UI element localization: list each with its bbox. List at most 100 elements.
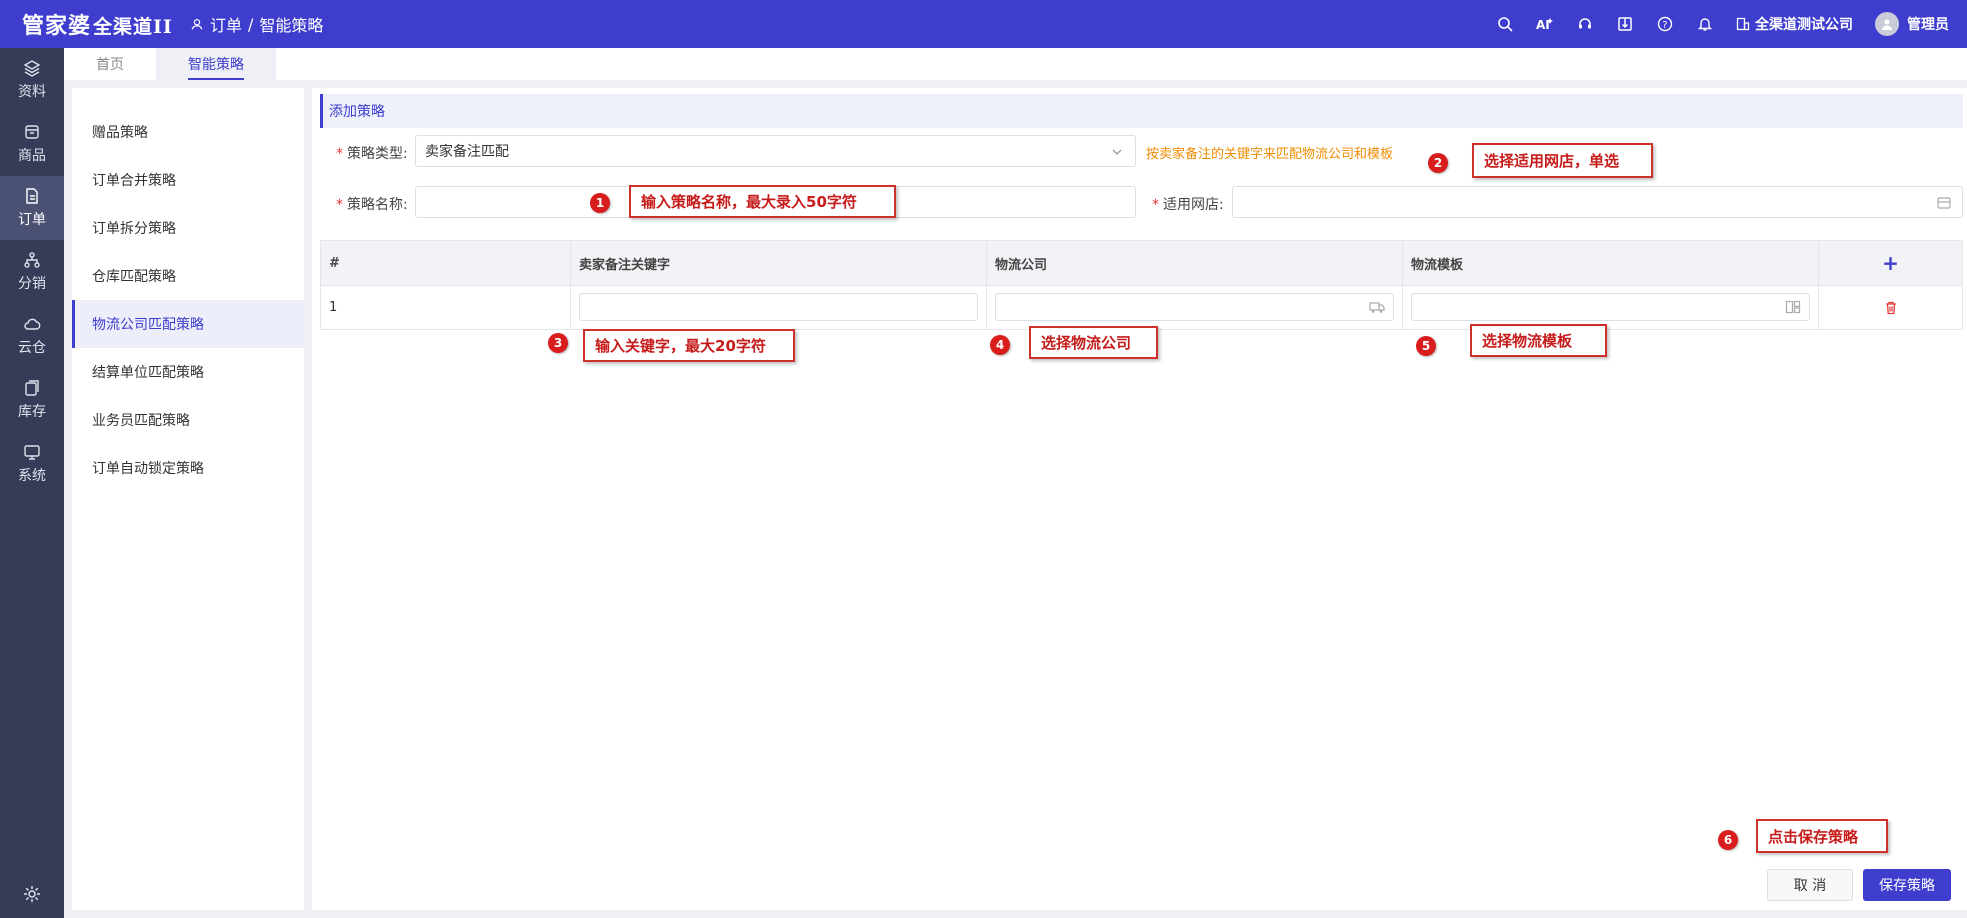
- chevron-down-icon: [1112, 149, 1122, 155]
- logistics-template-select[interactable]: [1411, 293, 1810, 321]
- table-header: # 卖家备注关键字 物流公司 物流模板 +: [321, 241, 1962, 285]
- table-row: 1: [321, 285, 1962, 329]
- nav-label: 订单: [18, 212, 46, 228]
- delete-row-button[interactable]: [1819, 286, 1962, 329]
- monitor-icon: [24, 445, 40, 460]
- nav-item-system[interactable]: 系统: [0, 432, 64, 496]
- nav-label: 云仓: [18, 340, 46, 356]
- annotation-callout: 输入策略名称，最大录入50字符: [629, 185, 896, 218]
- nav-label: 商品: [18, 148, 46, 164]
- svg-text:AI: AI: [1536, 18, 1550, 32]
- section-title: 添加策略: [320, 94, 1963, 128]
- rules-table: # 卖家备注关键字 物流公司 物流模板 + 1: [320, 240, 1963, 330]
- user-menu[interactable]: 管理员: [1875, 12, 1949, 36]
- tab-label: 首页: [96, 57, 124, 73]
- main-nav: 资料 商品 订单 分销 云仓 库存 系统: [0, 48, 64, 918]
- logistics-company-select[interactable]: [995, 293, 1394, 321]
- top-bar: 管家婆 全渠道II 订单 / 智能策略 AI ? 全渠道测试公司 管理员: [0, 0, 1967, 48]
- menu-item-gift[interactable]: 赠品策略: [72, 108, 304, 156]
- strategy-name-label: * 策略名称:: [336, 197, 408, 213]
- page-tabs: 首页 智能策略: [64, 48, 1967, 80]
- ai-icon[interactable]: AI: [1536, 15, 1554, 33]
- nav-item-data[interactable]: 资料: [0, 48, 64, 112]
- store-icon: [1937, 197, 1951, 209]
- order-icon: [26, 188, 38, 204]
- bell-icon[interactable]: [1696, 15, 1714, 33]
- annotation-marker: 1: [590, 193, 610, 213]
- network-icon: [24, 252, 40, 268]
- nav-label: 系统: [18, 468, 46, 484]
- company-cell: [987, 286, 1403, 329]
- col-logistics-template: 物流模板: [1403, 241, 1819, 285]
- app-logo[interactable]: 管家婆 全渠道II: [0, 8, 190, 40]
- gear-icon: [24, 886, 40, 902]
- company-switcher[interactable]: 全渠道测试公司: [1736, 14, 1853, 34]
- add-row-button[interactable]: +: [1819, 241, 1962, 285]
- main-panel: 添加策略 * 策略类型: 卖家备注匹配 按卖家备注的关键字来匹配物流公司和模板 *…: [312, 88, 1967, 910]
- menu-item-order-merge[interactable]: 订单合并策略: [72, 156, 304, 204]
- keyword-cell: [571, 286, 987, 329]
- nav-label: 资料: [18, 84, 46, 100]
- plus-icon: +: [1882, 251, 1899, 275]
- annotation-callout: 点击保存策略: [1756, 819, 1888, 853]
- annotation-marker: 5: [1416, 336, 1436, 356]
- menu-item-order-split[interactable]: 订单拆分策略: [72, 204, 304, 252]
- nav-item-stock[interactable]: 库存: [0, 368, 64, 432]
- svg-text:?: ?: [1662, 20, 1667, 31]
- breadcrumb-orders[interactable]: 订单: [210, 12, 242, 36]
- shop-label: * 适用网店:: [1152, 197, 1224, 213]
- nav-label: 分销: [18, 276, 46, 292]
- menu-item-salesman-match[interactable]: 业务员匹配策略: [72, 396, 304, 444]
- keyword-input[interactable]: [579, 293, 978, 321]
- company-name: 全渠道测试公司: [1755, 17, 1853, 33]
- help-icon[interactable]: ?: [1656, 15, 1674, 33]
- strategy-menu: 赠品策略 订单合并策略 订单拆分策略 仓库匹配策略 物流公司匹配策略 结算单位匹…: [72, 88, 304, 910]
- col-logistics-company: 物流公司: [987, 241, 1403, 285]
- tab-label: 智能策略: [188, 54, 244, 80]
- strategy-type-value: 卖家备注匹配: [425, 144, 509, 160]
- col-index: #: [321, 241, 571, 285]
- logo-text: 管家婆: [22, 13, 92, 39]
- annotation-callout: 输入关键字，最大20字符: [583, 329, 795, 362]
- save-strategy-button[interactable]: 保存策略: [1863, 869, 1951, 901]
- tab-smart-strategy[interactable]: 智能策略: [156, 48, 276, 80]
- stock-icon: [25, 380, 39, 396]
- annotation-marker: 3: [548, 333, 568, 353]
- book-icon[interactable]: [1616, 15, 1634, 33]
- tab-home[interactable]: 首页: [64, 48, 156, 80]
- breadcrumb: 订单 / 智能策略: [190, 12, 323, 36]
- annotation-callout: 选择适用网店，单选: [1472, 143, 1653, 178]
- search-icon[interactable]: [1496, 15, 1514, 33]
- breadcrumb-separator: /: [248, 14, 254, 34]
- template-icon: [1785, 300, 1801, 314]
- cancel-button[interactable]: 取 消: [1767, 869, 1853, 901]
- headset-icon[interactable]: [1576, 15, 1594, 33]
- nav-item-cloud-warehouse[interactable]: 云仓: [0, 304, 64, 368]
- annotation-callout: 选择物流模板: [1470, 324, 1607, 357]
- strategy-type-select[interactable]: 卖家备注匹配: [415, 135, 1136, 167]
- menu-item-logistics-match[interactable]: 物流公司匹配策略: [72, 300, 304, 348]
- logo-subtext: 全渠道II: [93, 16, 173, 38]
- row-index: 1: [321, 286, 571, 329]
- trash-icon: [1885, 301, 1896, 314]
- nav-item-goods[interactable]: 商品: [0, 112, 64, 176]
- user-pin-icon: [191, 19, 203, 30]
- building-icon: [1736, 17, 1750, 31]
- header-actions: AI ? 全渠道测试公司 管理员: [1496, 0, 1949, 48]
- menu-item-settlement-match[interactable]: 结算单位匹配策略: [72, 348, 304, 396]
- annotation-marker: 4: [990, 335, 1010, 355]
- template-cell: [1403, 286, 1819, 329]
- annotation-marker: 2: [1428, 153, 1448, 173]
- annotation-marker: 6: [1718, 830, 1738, 850]
- user-name: 管理员: [1907, 17, 1949, 33]
- shop-select[interactable]: [1232, 186, 1963, 218]
- menu-item-warehouse-match[interactable]: 仓库匹配策略: [72, 252, 304, 300]
- nav-item-distribution[interactable]: 分销: [0, 240, 64, 304]
- col-keyword: 卖家备注关键字: [571, 241, 987, 285]
- avatar: [1875, 12, 1899, 36]
- nav-item-orders[interactable]: 订单: [0, 176, 64, 240]
- layers-icon: [23, 60, 41, 77]
- menu-item-auto-lock[interactable]: 订单自动锁定策略: [72, 444, 304, 492]
- settings-button[interactable]: [0, 884, 64, 904]
- strategy-type-hint: 按卖家备注的关键字来匹配物流公司和模板: [1146, 147, 1394, 162]
